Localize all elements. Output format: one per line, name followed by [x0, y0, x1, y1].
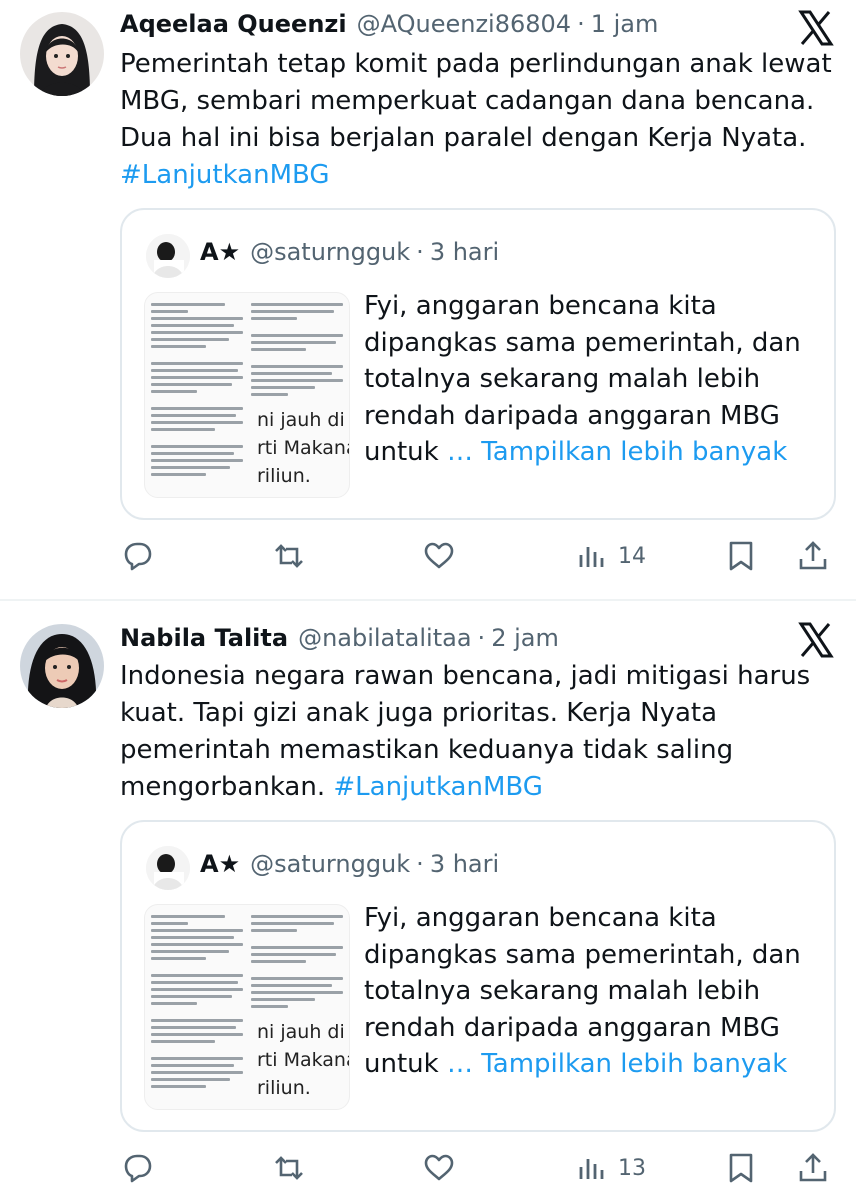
author-handle[interactable]: @AQueenzi86804: [357, 10, 571, 38]
thumbnail-text-line: riliun.: [257, 1077, 311, 1099]
hashtag-link[interactable]: #LanjutkanMBG: [120, 160, 330, 190]
timestamp[interactable]: 1 jam: [591, 10, 659, 38]
tweet-header: Aqeelaa Queenzi @AQueenzi86804 · 1 jam: [120, 8, 658, 40]
quote-text: Fyi, anggaran bencana kita dipangkas sam…: [364, 900, 814, 1083]
views-button[interactable]: 14: [574, 536, 646, 576]
reply-icon: [124, 1154, 152, 1183]
author-name[interactable]: Aqeelaa Queenzi: [120, 10, 347, 38]
action-bar: 14: [120, 536, 836, 576]
hashtag-link[interactable]: #LanjutkanMBG: [333, 772, 543, 802]
quote-header: A★ @saturngguk · 3 hari: [200, 850, 499, 878]
views-icon: [579, 1159, 604, 1179]
quote-author-name[interactable]: A★: [200, 850, 240, 878]
like-icon: [424, 542, 454, 569]
author-name[interactable]: Nabila Talita: [120, 624, 288, 652]
timestamp[interactable]: 2 jam: [491, 624, 559, 652]
separator: ·: [577, 10, 585, 38]
document-text-column: [151, 303, 243, 480]
like-button[interactable]: [422, 536, 456, 576]
document-text-column: [251, 915, 343, 1012]
quote-media-thumbnail[interactable]: ni jauh di l rti Makana riliun.: [144, 292, 350, 498]
retweet-icon: [275, 544, 303, 568]
like-button[interactable]: [422, 1148, 456, 1188]
quote-timestamp[interactable]: 3 hari: [430, 238, 499, 266]
share-icon: [799, 541, 827, 570]
x-logo-icon: [798, 10, 834, 46]
avatar[interactable]: [20, 12, 104, 96]
tweet-text: Indonesia negara rawan bencana, jadi mit…: [120, 658, 840, 806]
retweet-button[interactable]: [272, 536, 306, 576]
view-count: 14: [618, 543, 646, 569]
thumbnail-text-line: ni jauh di l: [257, 1021, 350, 1043]
views-icon: [579, 547, 604, 567]
reply-button[interactable]: [120, 536, 154, 576]
views-button[interactable]: 13: [574, 1148, 646, 1188]
thumbnail-text-line: rti Makana: [257, 437, 350, 459]
bookmark-button[interactable]: [724, 1148, 758, 1188]
quote-avatar[interactable]: [146, 234, 190, 278]
action-bar: 13: [120, 1148, 836, 1188]
show-more-link[interactable]: … Tampilkan lebih banyak: [447, 1049, 787, 1079]
quoted-tweet[interactable]: A★ @saturngguk · 3 hari ni jauh di l rti…: [120, 820, 836, 1132]
show-more-link[interactable]: … Tampilkan lebih banyak: [447, 437, 787, 467]
retweet-button[interactable]: [272, 1148, 306, 1188]
quote-header: A★ @saturngguk · 3 hari: [200, 238, 499, 266]
quoted-tweet[interactable]: A★ @saturngguk · 3 hari ni jauh di l rti…: [120, 208, 836, 520]
bookmark-icon: [729, 541, 753, 571]
reply-icon: [124, 542, 152, 571]
tweet-text: Pemerintah tetap komit pada perlindungan…: [120, 46, 840, 194]
x-logo-icon: [798, 622, 834, 658]
quote-author-handle[interactable]: @saturngguk: [250, 238, 410, 266]
quote-media-thumbnail[interactable]: ni jauh di l rti Makana riliun.: [144, 904, 350, 1110]
bookmark-icon: [729, 1153, 753, 1183]
tweet[interactable]: Aqeelaa Queenzi @AQueenzi86804 · 1 jam P…: [0, 0, 856, 600]
tweet-body: Pemerintah tetap komit pada perlindungan…: [120, 49, 832, 153]
separator: ·: [416, 238, 424, 266]
quote-avatar[interactable]: [146, 846, 190, 890]
quote-text: Fyi, anggaran bencana kita dipangkas sam…: [364, 288, 814, 471]
document-text-column: [251, 303, 343, 400]
separator: ·: [416, 850, 424, 878]
bookmark-button[interactable]: [724, 536, 758, 576]
thumbnail-text-line: riliun.: [257, 465, 311, 487]
view-count: 13: [618, 1155, 646, 1181]
document-text-column: [151, 915, 243, 1092]
thumbnail-text-line: ni jauh di l: [257, 409, 350, 431]
reply-button[interactable]: [120, 1148, 154, 1188]
tweet-header: Nabila Talita @nabilatalitaa · 2 jam: [120, 622, 559, 654]
share-button[interactable]: [796, 536, 830, 576]
avatar[interactable]: [20, 624, 104, 708]
share-icon: [799, 1153, 827, 1182]
like-icon: [424, 1154, 454, 1181]
retweet-icon: [275, 1156, 303, 1180]
quote-author-handle[interactable]: @saturngguk: [250, 850, 410, 878]
author-handle[interactable]: @nabilatalitaa: [298, 624, 471, 652]
quote-author-name[interactable]: A★: [200, 238, 240, 266]
share-button[interactable]: [796, 1148, 830, 1188]
thumbnail-text-line: rti Makana: [257, 1049, 350, 1071]
quote-timestamp[interactable]: 3 hari: [430, 850, 499, 878]
tweet[interactable]: Nabila Talita @nabilatalitaa · 2 jam Ind…: [0, 600, 856, 1200]
separator: ·: [477, 624, 486, 652]
